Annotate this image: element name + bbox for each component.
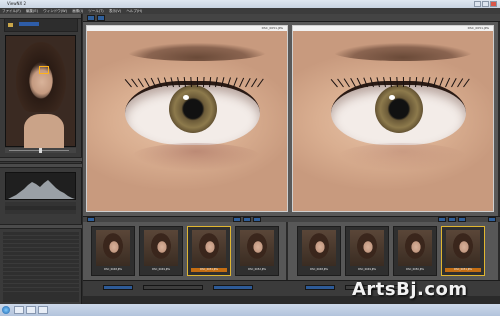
menu-item-view[interactable]: 表示(V) [109, 9, 121, 13]
thumbnail-image [240, 230, 274, 266]
navigator-shoulders [24, 114, 64, 148]
histogram-stats [5, 202, 76, 214]
filmstrip-divider [286, 222, 288, 280]
eye-photo [87, 31, 287, 211]
eye-highlight [183, 95, 189, 100]
thumbnail-caption: DSC_0048.JPG [104, 268, 122, 271]
window-title: ViewNX 2 [7, 1, 27, 6]
eyelash [451, 77, 457, 88]
menu-item-window[interactable]: ウィンドウ(W) [43, 9, 67, 13]
zoom-slider-knob[interactable] [39, 148, 42, 153]
thumbnail-image [350, 230, 384, 266]
view-mode-button[interactable] [87, 15, 95, 21]
thumbnail-caption: DSC_0048.JPG [310, 268, 328, 271]
start-icon[interactable] [2, 306, 10, 314]
sort-dropdown[interactable] [305, 285, 335, 290]
taskbar [0, 304, 500, 316]
eyelash [196, 76, 198, 88]
thumbnail[interactable]: DSC_0049.JPG [139, 226, 183, 276]
thumbnail-image [398, 230, 432, 266]
filter-field[interactable] [143, 285, 203, 290]
thumbnail-caption: DSC_0052.JPG [248, 268, 266, 271]
menu-item-help[interactable]: ヘルプ(H) [126, 9, 142, 13]
eyelash [350, 78, 356, 88]
eyelash [131, 78, 138, 88]
thumbnail[interactable]: DSC_0048.JPG [91, 226, 135, 276]
eyelash [343, 78, 350, 88]
left-panel [0, 14, 82, 304]
taskbar-item[interactable] [14, 306, 24, 314]
viewer-toolbar [83, 14, 500, 22]
metadata-list [3, 232, 79, 302]
eyelash [330, 79, 338, 88]
thumbnail-selected[interactable]: DSC_0051.JPG [441, 226, 485, 276]
eyelash [337, 78, 344, 88]
metadata-row [3, 288, 79, 292]
maximize-button[interactable] [482, 1, 489, 7]
thumbnail-caption: DSC_0050.JPG [406, 268, 424, 271]
eyelash [239, 77, 245, 88]
thumbnail-image [96, 230, 130, 266]
iris [375, 85, 423, 133]
thumbnail-caption: DSC_0049.JPG [152, 268, 170, 271]
thumbnail[interactable]: DSC_0050.JPG [393, 226, 437, 276]
thumbnail-image [192, 230, 226, 266]
histogram-header[interactable] [0, 157, 82, 162]
eyelash [245, 77, 251, 88]
left-image-pane[interactable]: DSC_0051.JPG [86, 25, 288, 212]
under-eye-shadow [131, 143, 261, 171]
compare-mode-button[interactable] [97, 15, 105, 21]
histogram-options[interactable] [0, 163, 82, 168]
eye-photo [293, 31, 493, 211]
menu-item-file[interactable]: ファイル(F) [2, 9, 21, 13]
stats-row [5, 210, 76, 214]
navigator-preview[interactable] [5, 35, 76, 148]
thumbnail-image [446, 230, 480, 266]
folder-tree[interactable] [4, 18, 78, 32]
eyebrow [333, 43, 473, 61]
title-bar: ViewNX 2 [0, 0, 500, 8]
eyelash [124, 79, 132, 88]
thumbnail-image [144, 230, 178, 266]
eyelash [137, 78, 144, 88]
under-eye-shadow [337, 143, 467, 171]
eyelash [257, 78, 264, 88]
thumbnail-caption: DSC_0051.JPG [445, 268, 481, 272]
taskbar-item[interactable] [38, 306, 48, 314]
thumbnail-caption: DSC_0051.JPG [191, 268, 227, 272]
iris [169, 85, 217, 133]
menu-item-image[interactable]: 画像(I) [72, 9, 83, 13]
menu-item-tools[interactable]: ツール(T) [88, 9, 103, 13]
close-button[interactable] [490, 1, 497, 7]
thumbnail[interactable]: DSC_0052.JPG [235, 226, 279, 276]
zoom-slider[interactable] [5, 148, 76, 153]
thumbnail-image [302, 230, 336, 266]
viewer-area: DSC_0051.JPG DSC_0051.JPG [83, 22, 498, 216]
metadata-header[interactable] [0, 224, 82, 229]
taskbar-item[interactable] [26, 306, 36, 314]
navigator-hair [16, 42, 66, 112]
menu-item-edit[interactable]: 編集(E) [26, 9, 38, 13]
eyelash [144, 78, 150, 88]
rating-dropdown[interactable] [213, 285, 253, 290]
eyebrow [127, 43, 267, 61]
histogram-icon [8, 180, 75, 199]
navigator-rect[interactable] [39, 66, 49, 74]
eyelash [445, 77, 451, 88]
right-image-pane[interactable]: DSC_0051.JPG [292, 25, 494, 212]
histogram-panel [5, 172, 76, 200]
folder-icon [8, 23, 13, 27]
thumbnail[interactable]: DSC_0048.JPG [297, 226, 341, 276]
minimize-button[interactable] [474, 1, 481, 7]
eyelash [463, 78, 470, 88]
thumbnail-selected[interactable]: DSC_0051.JPG [187, 226, 231, 276]
filmstrip: DSC_0048.JPG DSC_0049.JPG DSC_0051.JPG D… [83, 222, 498, 280]
sort-dropdown[interactable] [103, 285, 133, 290]
thumbnail[interactable]: DSC_0049.JPG [345, 226, 389, 276]
eyelash [402, 76, 404, 88]
watermark: ArtsBj.com [352, 279, 468, 300]
folder-tree-selection[interactable] [19, 22, 39, 26]
thumbnail-caption: DSC_0049.JPG [358, 268, 376, 271]
eye-highlight [389, 95, 395, 100]
